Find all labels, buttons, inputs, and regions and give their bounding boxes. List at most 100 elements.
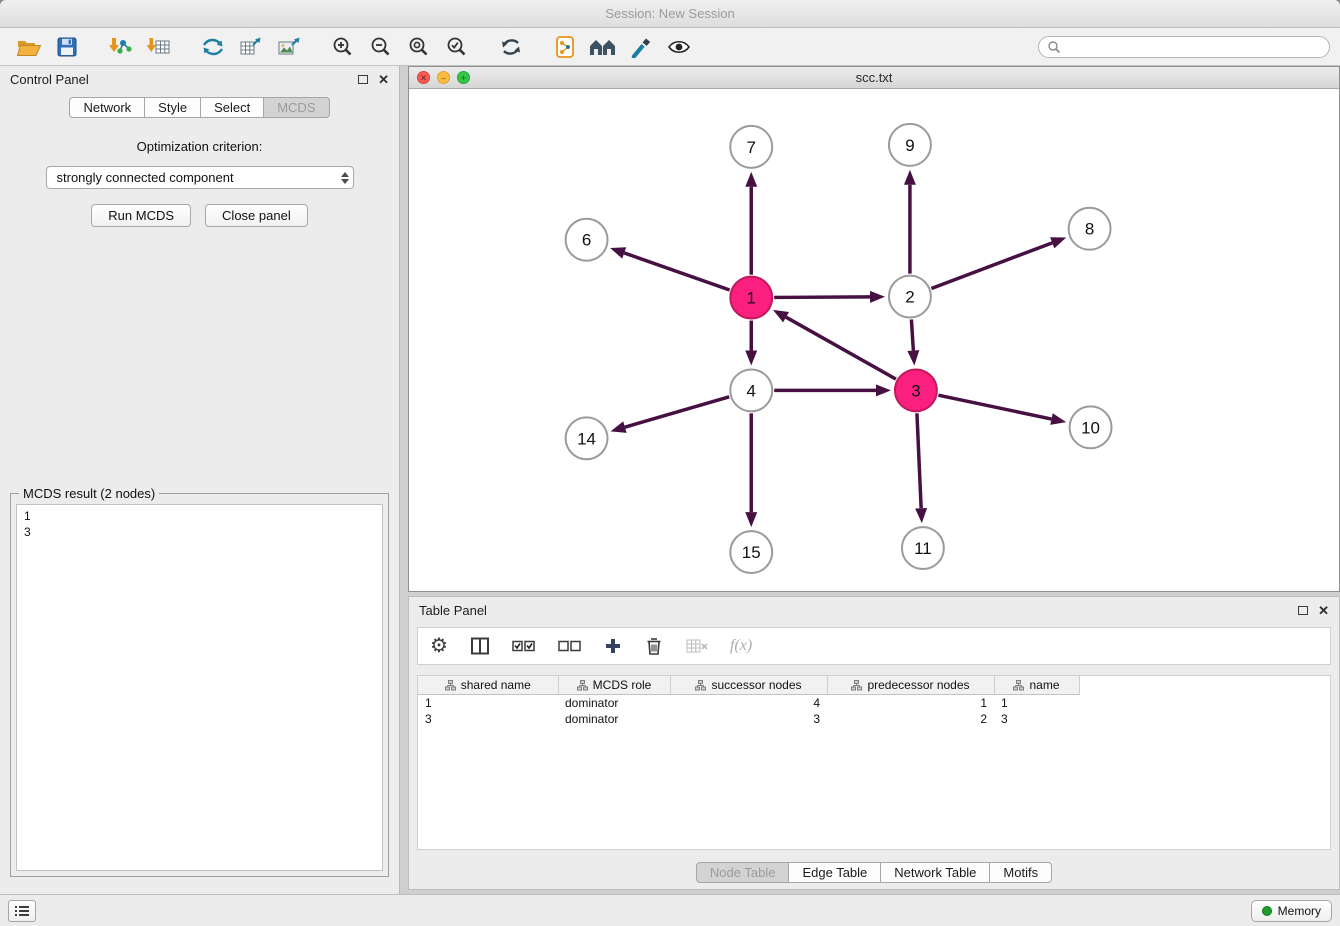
graph-edge-1-2[interactable] <box>774 297 870 298</box>
table-cell[interactable]: 3 <box>670 711 827 727</box>
zoom-in-button[interactable] <box>326 31 360 63</box>
network-canvas[interactable]: 7 9 6 8 1 2 4 3 14 10 15 11 <box>409 89 1339 591</box>
tab-mcds[interactable]: MCDS <box>264 97 329 118</box>
memory-status-icon <box>1262 906 1272 916</box>
graph-edge-4-14[interactable] <box>625 397 729 427</box>
save-session-button[interactable] <box>50 31 84 63</box>
close-panel-icon[interactable]: ✕ <box>378 73 389 86</box>
graph-edge-3-1[interactable] <box>786 317 896 379</box>
first-neighbors-button[interactable] <box>548 31 582 63</box>
tab-network[interactable]: Network <box>69 97 145 118</box>
window-titlebar: Session: New Session <box>0 0 1340 28</box>
run-mcds-button[interactable]: Run MCDS <box>91 204 191 227</box>
open-folder-icon <box>16 36 42 58</box>
table-cell[interactable]: dominator <box>558 711 670 727</box>
network-graph[interactable]: 7 9 6 8 1 2 4 3 14 10 15 11 <box>409 89 1339 591</box>
network-window-titlebar: ✕ – + scc.txt <box>409 67 1339 89</box>
tab-network-table[interactable]: Network Table <box>881 862 990 883</box>
tab-edge-table[interactable]: Edge Table <box>789 862 881 883</box>
table-panel-header: Table Panel ✕ <box>409 597 1339 623</box>
float-panel-icon[interactable] <box>1298 606 1308 615</box>
curved-arrows-icon <box>201 36 225 58</box>
zoom-out-button[interactable] <box>364 31 398 63</box>
close-panel-button[interactable]: Close panel <box>205 204 308 227</box>
tab-node-table[interactable]: Node Table <box>696 862 790 883</box>
table-cell[interactable]: dominator <box>558 695 670 712</box>
graph-edge-2-8[interactable] <box>931 243 1052 289</box>
delete-row-button[interactable] <box>644 632 664 660</box>
table-row[interactable]: 3dominator323 <box>418 711 1079 727</box>
table-cell[interactable]: 2 <box>827 711 994 727</box>
float-panel-icon[interactable] <box>358 75 368 84</box>
import-table-button[interactable] <box>142 31 176 63</box>
home-layout-button[interactable] <box>586 31 620 63</box>
memory-button[interactable]: Memory <box>1251 900 1332 922</box>
close-panel-icon[interactable]: ✕ <box>1318 604 1329 617</box>
control-panel-tabs: NetworkStyleSelectMCDS <box>0 97 399 118</box>
graph-edge-3-10[interactable] <box>938 395 1051 419</box>
graph-node-7[interactable]: 7 <box>730 126 772 168</box>
show-columns-button[interactable] <box>470 632 490 660</box>
show-hide-button[interactable] <box>662 31 696 63</box>
select-all-button[interactable] <box>512 632 536 660</box>
search-box[interactable] <box>1038 36 1330 58</box>
table-cell[interactable]: 1 <box>418 695 558 712</box>
table-cell[interactable]: 1 <box>827 695 994 712</box>
graph-node-3[interactable]: 3 <box>895 369 937 411</box>
minimize-window-icon[interactable]: – <box>437 71 450 84</box>
table-settings-button[interactable]: ⚙ <box>430 632 448 660</box>
tab-motifs[interactable]: Motifs <box>990 862 1052 883</box>
task-history-button[interactable] <box>8 900 36 922</box>
deselect-all-icon <box>558 638 582 654</box>
export-table-icon <box>239 36 263 58</box>
graph-node-8[interactable]: 8 <box>1069 208 1111 250</box>
workspace-area: ✕ – + scc.txt 7968124314101511 Table Pan… <box>408 66 1340 894</box>
column-header-name[interactable]: name <box>994 676 1079 695</box>
tab-select[interactable]: Select <box>201 97 264 118</box>
graph-edge-3-11[interactable] <box>917 413 921 508</box>
graph-node-10[interactable]: 10 <box>1070 406 1112 448</box>
table-cell[interactable]: 3 <box>994 711 1079 727</box>
export-image-button[interactable] <box>272 31 306 63</box>
graph-node-9[interactable]: 9 <box>889 124 931 166</box>
export-table-button[interactable] <box>234 31 268 63</box>
function-builder-button[interactable]: f(x) <box>730 632 752 660</box>
graph-node-6[interactable]: 6 <box>566 219 608 261</box>
mcds-result-list[interactable]: 1 3 <box>16 504 383 871</box>
zoom-fit-button[interactable] <box>402 31 436 63</box>
column-header-predecessor-nodes[interactable]: predecessor nodes <box>827 676 994 695</box>
table-row[interactable]: 1dominator411 <box>418 695 1079 712</box>
delete-table-button[interactable] <box>686 632 708 660</box>
zoom-in-icon <box>332 36 354 58</box>
deselect-all-button[interactable] <box>558 632 582 660</box>
apply-style-button[interactable] <box>624 31 658 63</box>
network-window-title: scc.txt <box>856 70 893 85</box>
table-cell[interactable]: 1 <box>994 695 1079 712</box>
tab-style[interactable]: Style <box>145 97 201 118</box>
graph-edge-1-6[interactable] <box>624 253 729 290</box>
graph-node-2[interactable]: 2 <box>889 276 931 318</box>
refresh-layout-button[interactable] <box>494 31 528 63</box>
graph-node-1[interactable]: 1 <box>730 277 772 319</box>
network-from-selection-button[interactable] <box>196 31 230 63</box>
search-input[interactable] <box>1065 39 1321 55</box>
criterion-dropdown[interactable]: strongly connected component <box>46 166 354 189</box>
table-cell[interactable]: 3 <box>418 711 558 727</box>
zoom-selected-button[interactable] <box>440 31 474 63</box>
graph-node-15[interactable]: 15 <box>730 531 772 573</box>
dropdown-stepper-icon <box>341 172 349 184</box>
graph-edge-2-3[interactable] <box>911 319 913 350</box>
graph-node-14[interactable]: 14 <box>566 417 608 459</box>
import-network-button[interactable] <box>104 31 138 63</box>
graph-node-4[interactable]: 4 <box>730 369 772 411</box>
attribute-icon <box>445 680 456 691</box>
maximize-window-icon[interactable]: + <box>457 71 470 84</box>
column-header-MCDS-role[interactable]: MCDS role <box>558 676 670 695</box>
graph-node-11[interactable]: 11 <box>902 527 944 569</box>
add-row-button[interactable] <box>604 632 622 660</box>
open-session-button[interactable] <box>12 31 46 63</box>
column-header-shared-name[interactable]: shared name <box>418 676 558 695</box>
table-cell[interactable]: 4 <box>670 695 827 712</box>
close-window-icon[interactable]: ✕ <box>417 71 430 84</box>
column-header-successor-nodes[interactable]: successor nodes <box>670 676 827 695</box>
